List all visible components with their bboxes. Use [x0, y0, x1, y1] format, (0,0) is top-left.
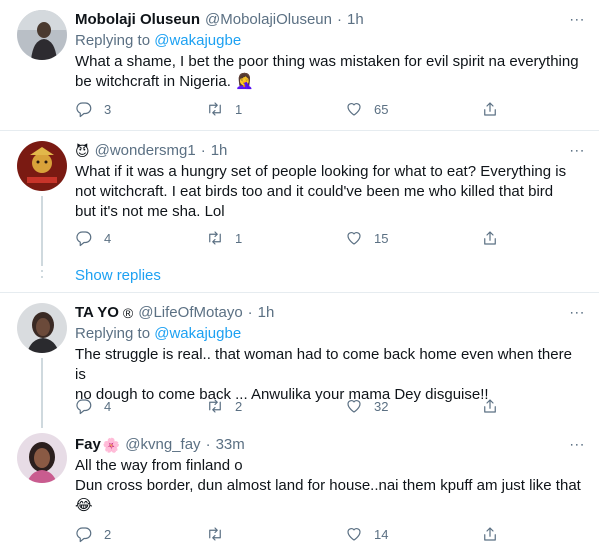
avatar-mobolaji[interactable]	[17, 10, 67, 60]
share-icon	[484, 231, 496, 245]
display-name[interactable]: TA YO	[75, 303, 119, 323]
retweet-icon	[209, 399, 221, 413]
retweet-button[interactable]	[206, 525, 235, 543]
avatar-fay[interactable]	[17, 433, 67, 483]
timestamp[interactable]: 1h	[347, 10, 364, 30]
heart-icon	[347, 528, 361, 541]
reply-icon	[76, 527, 92, 543]
separator-dot: ·	[200, 142, 206, 159]
timestamp[interactable]: 1h	[258, 303, 275, 323]
thread-line	[41, 196, 43, 266]
reply-count: 4	[104, 230, 112, 246]
more-options-icon[interactable]: ∙∙∙	[569, 303, 585, 323]
heart-icon	[347, 400, 361, 413]
tweet-3[interactable]: TA YO ® @LifeOfMotayo · 1h ∙∙∙ Replying …	[0, 293, 599, 428]
separator-dot: ·	[247, 304, 253, 321]
reply-button[interactable]: 3	[75, 100, 111, 118]
user-handle[interactable]: @kvng_fay	[125, 435, 200, 455]
retweet-icon	[209, 527, 221, 541]
tweet-4[interactable]: Fay 🌸 @kvng_fay · 33m ∙∙∙ All the way fr…	[0, 427, 599, 547]
user-handle[interactable]: @wondersmg1	[95, 141, 196, 161]
reply-icon	[76, 231, 92, 247]
more-options-icon[interactable]: ∙∙∙	[569, 10, 585, 30]
thread-line	[41, 358, 43, 428]
retweet-button[interactable]: 1	[206, 229, 242, 247]
reply-icon	[76, 399, 92, 415]
tweet-1[interactable]: Mobolaji Oluseun @MobolajiOluseun · 1h ∙…	[0, 0, 599, 130]
tweet-text: The struggle is real.. that woman had to…	[75, 346, 572, 403]
reply-count: 3	[104, 101, 112, 117]
like-count: 15	[374, 230, 389, 246]
share-icon	[484, 527, 496, 541]
like-count: 65	[374, 101, 389, 117]
retweet-count: 1	[235, 101, 243, 117]
heart-icon	[347, 103, 361, 116]
reply-icon	[76, 102, 92, 118]
user-handle[interactable]: @MobolajiOluseun	[205, 10, 332, 30]
reply-count: 4	[104, 398, 112, 414]
like-button[interactable]: 14	[345, 525, 388, 543]
show-replies-link[interactable]: Show replies	[75, 266, 161, 286]
share-icon	[484, 102, 496, 116]
share-button[interactable]	[481, 525, 499, 543]
share-button[interactable]	[481, 229, 499, 247]
timestamp[interactable]: 1h	[211, 141, 228, 161]
avatar-wondersmg1[interactable]	[17, 141, 67, 191]
reply-count: 2	[104, 526, 112, 542]
like-button[interactable]: 15	[345, 229, 388, 247]
registered-badge: ®	[122, 305, 134, 321]
share-button[interactable]	[481, 397, 499, 415]
flower-emoji: 🌸	[102, 437, 121, 453]
thread-dots	[40, 264, 44, 282]
reply-button[interactable]: 2	[75, 525, 111, 543]
replying-to-label: Replying to	[75, 325, 151, 342]
replying-to: Replying to @wakajugbe	[75, 324, 585, 344]
display-name[interactable]: Mobolaji Oluseun	[75, 10, 200, 30]
retweet-button[interactable]: 2	[206, 397, 242, 415]
replying-to-link[interactable]: @wakajugbe	[154, 32, 241, 49]
reply-button[interactable]: 4	[75, 229, 111, 247]
tweet-text: What if it was a hungry set of people lo…	[75, 163, 567, 220]
share-icon	[484, 399, 496, 413]
like-button[interactable]: 65	[345, 100, 388, 118]
retweet-icon	[209, 231, 221, 245]
retweet-icon	[209, 102, 221, 116]
user-handle[interactable]: @LifeOfMotayo	[138, 303, 242, 323]
share-button[interactable]	[481, 100, 499, 118]
display-name[interactable]: Fay	[75, 435, 101, 455]
retweet-button[interactable]: 1	[206, 100, 242, 118]
like-count: 32	[374, 398, 389, 414]
more-options-icon[interactable]: ∙∙∙	[569, 435, 585, 455]
replying-to-label: Replying to	[75, 32, 151, 49]
separator-dot: ·	[336, 11, 342, 28]
reply-button[interactable]: 4	[75, 397, 111, 415]
retweet-count: 2	[235, 398, 243, 414]
timestamp[interactable]: 33m	[216, 435, 245, 455]
more-options-icon[interactable]: ∙∙∙	[569, 141, 585, 161]
retweet-count: 1	[235, 230, 243, 246]
separator-dot: ·	[205, 436, 211, 453]
avatar-tayo[interactable]	[17, 303, 67, 353]
like-count: 14	[374, 526, 389, 542]
like-button[interactable]: 32	[345, 397, 388, 415]
heart-icon	[347, 232, 361, 245]
devil-emoji: 😈	[75, 143, 90, 159]
tweet-text: All the way from finland o Dun cross bor…	[75, 457, 581, 514]
replying-to: Replying to @wakajugbe	[75, 31, 585, 51]
tweet-text: What a shame, I bet the poor thing was m…	[75, 53, 579, 90]
replying-to-link[interactable]: @wakajugbe	[154, 325, 241, 342]
